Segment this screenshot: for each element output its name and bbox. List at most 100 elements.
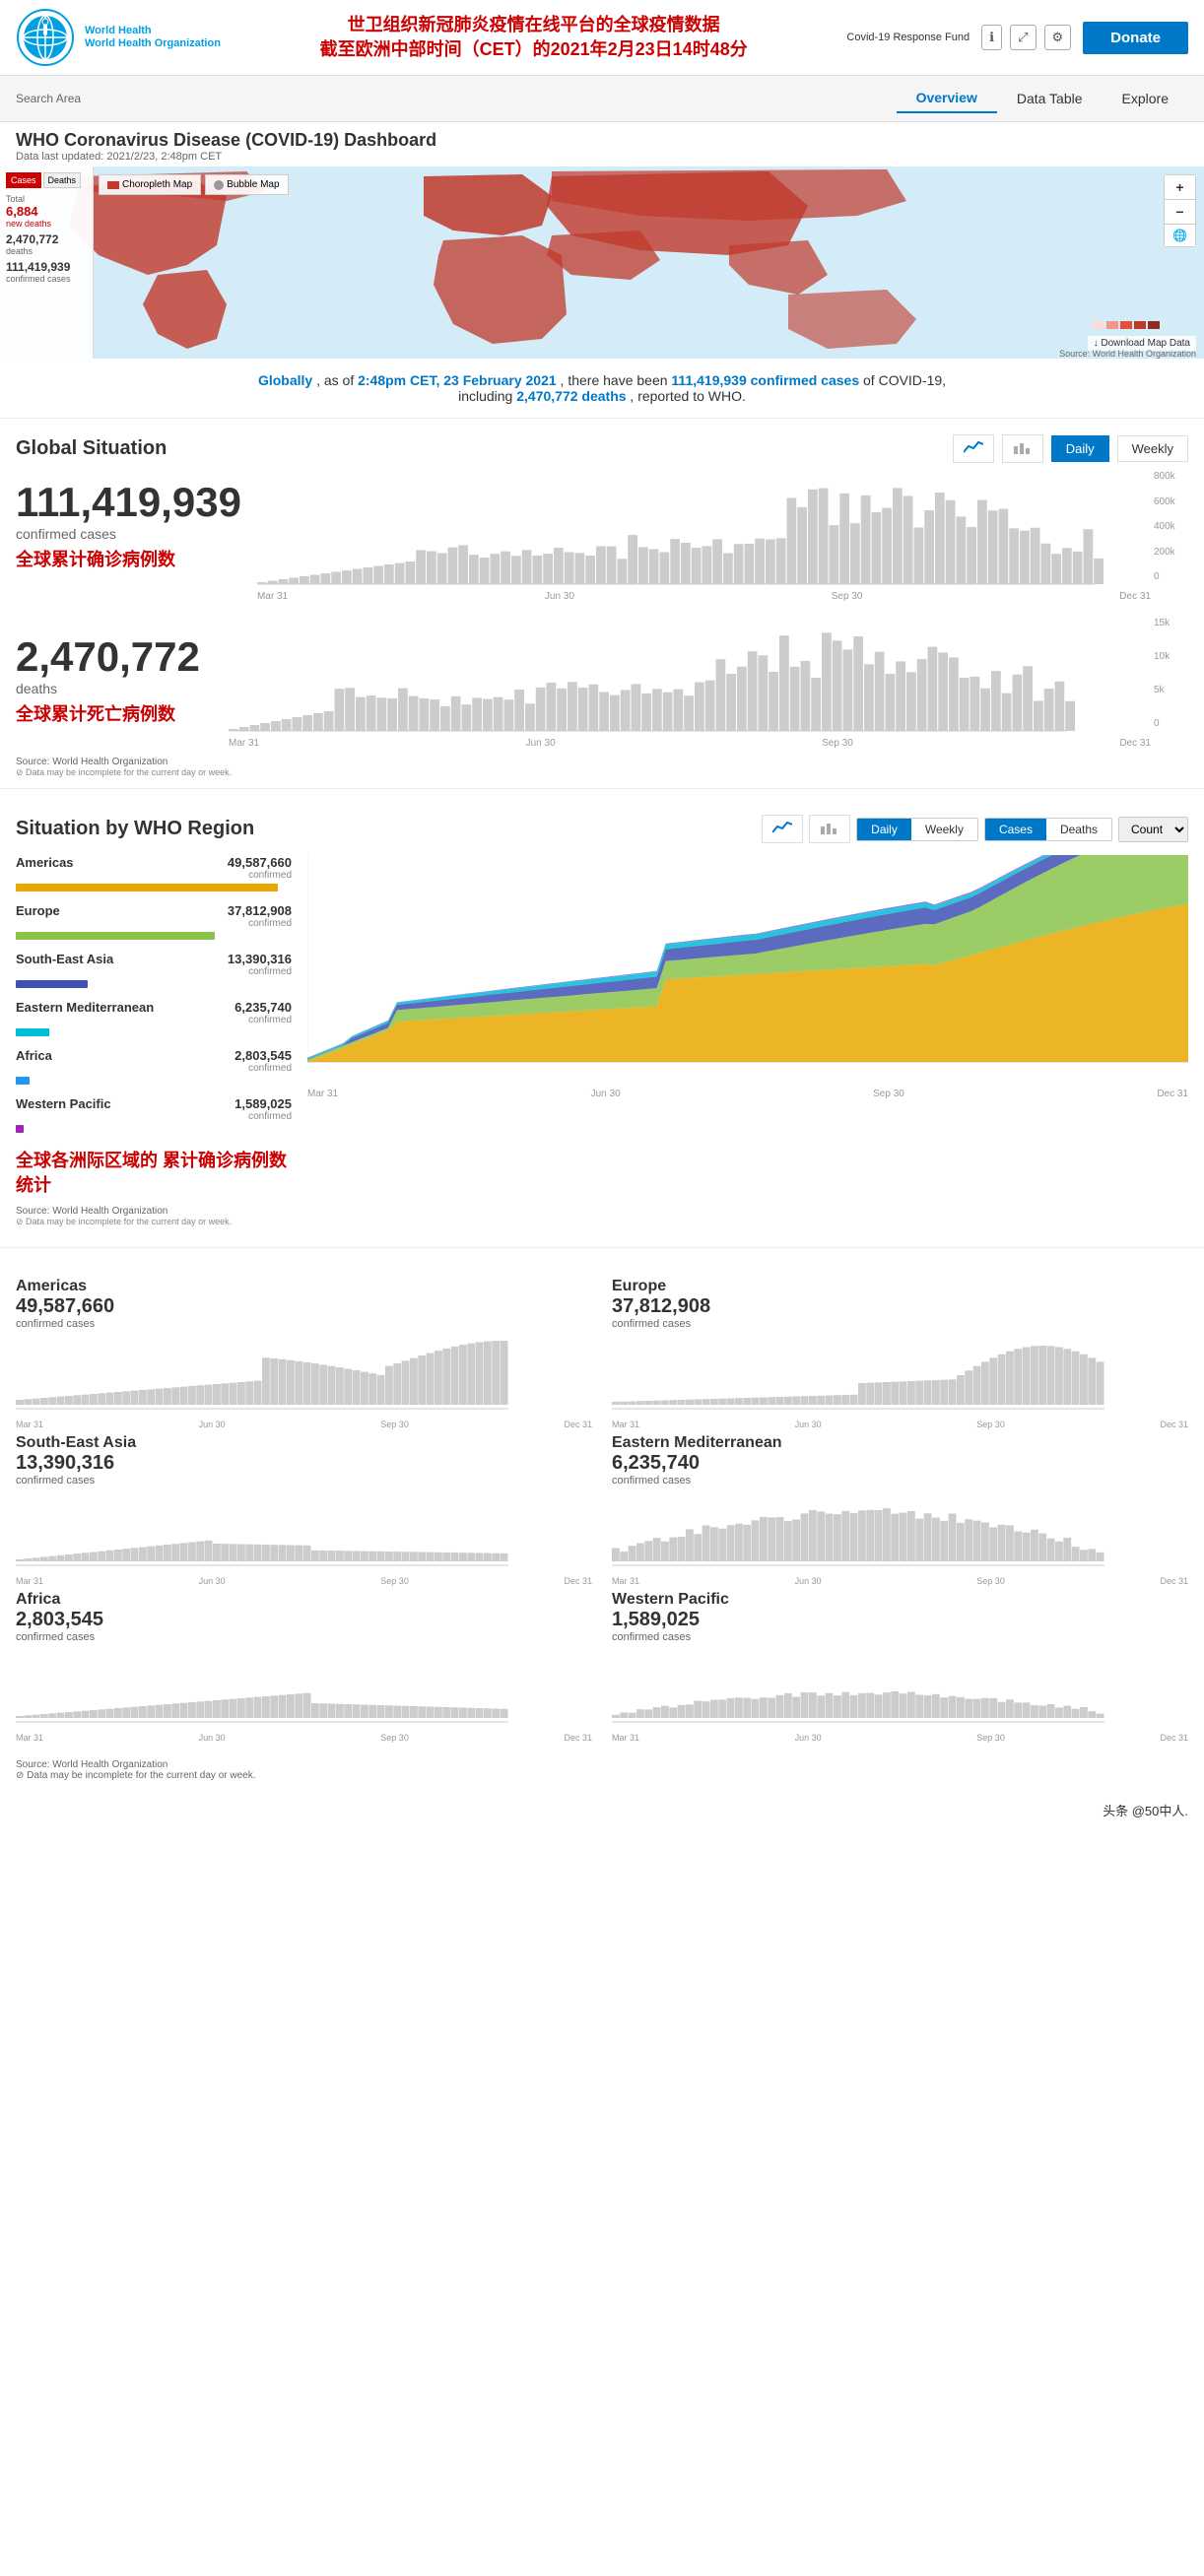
- region-measure-select[interactable]: Count: [1118, 817, 1188, 842]
- choropleth-map-btn[interactable]: Choropleth Map: [99, 174, 201, 195]
- map-zoom-controls: + − 🌐: [1164, 174, 1196, 247]
- map-tab-deaths[interactable]: Deaths: [43, 172, 82, 188]
- global-source-note: Source: World Health Organization ⊘ Data…: [16, 757, 1188, 778]
- region-americas-label: confirmed: [228, 870, 292, 881]
- map-total-label: Total: [6, 194, 87, 204]
- region-sea-name: South-East Asia: [16, 952, 113, 977]
- region-line-chart-btn[interactable]: [762, 815, 803, 843]
- region-line-icon: [772, 821, 792, 834]
- region-type-toggle: Cases Deaths: [984, 818, 1112, 841]
- map-deaths-label: deaths: [6, 246, 87, 256]
- mini-europe-label: confirmed cases: [612, 1318, 1188, 1330]
- weekly-btn[interactable]: Weekly: [1117, 435, 1188, 462]
- region-deaths-btn[interactable]: Deaths: [1046, 819, 1111, 840]
- region-americas-count: 49,587,660: [228, 855, 292, 870]
- region-sea-bar: [16, 980, 88, 988]
- bubble-map-btn[interactable]: Bubble Map: [205, 174, 288, 195]
- tab-explore[interactable]: Explore: [1103, 84, 1188, 113]
- mini-africa-title: Africa: [16, 1591, 592, 1609]
- share-button[interactable]: ⤢: [1010, 25, 1036, 50]
- map-color-scale: [1093, 321, 1160, 329]
- mini-americas-title: Americas: [16, 1278, 592, 1295]
- deaths-chart: 15k 10k 5k 0 (function(){ const svg = do…: [229, 618, 1188, 749]
- region-main: Americas 49,587,660 confirmed Europe 37,…: [16, 855, 1188, 1198]
- region-bar-chart-btn[interactable]: [809, 815, 850, 843]
- cn-deaths-annotation: 全球累计死亡病例数: [16, 700, 213, 726]
- who-logo-icon: [16, 8, 75, 67]
- org-name: World Health World Health Organization: [85, 25, 221, 50]
- region-wp-bar: [16, 1125, 24, 1133]
- global-situation-title: Global Situation: [16, 437, 167, 460]
- header-right-area: Covid-19 Response Fund ℹ ⤢ ⚙ Donate: [846, 22, 1188, 54]
- mini-wp-chart: Mar 31 Jun 30 Sep 30 Dec 31: [612, 1649, 1188, 1728]
- region-source-note: Source: World Health Organization ⊘ Data…: [16, 1206, 1188, 1227]
- region-row-africa: Africa 2,803,545 confirmed: [16, 1048, 292, 1085]
- header-cn-title: 世卫组织新冠肺炎疫情在线平台的全球疫情数据 截至欧洲中部时间（CET）的2021…: [320, 13, 748, 62]
- confirmed-cases-area: 111,419,939 confirmed cases 全球累计确诊病例数 80…: [16, 471, 1188, 602]
- mini-americas-svg: [16, 1336, 592, 1415]
- confirmed-stats: 111,419,939 confirmed cases 全球累计确诊病例数: [16, 471, 241, 602]
- line-chart-icon: [964, 440, 983, 454]
- tab-overview[interactable]: Overview: [897, 84, 997, 113]
- region-sea-label: confirmed: [228, 966, 292, 977]
- region-header: Situation by WHO Region Daily Weekly Cas…: [16, 815, 1188, 843]
- mini-chart-americas: Americas 49,587,660 confirmed cases Mar …: [16, 1278, 592, 1415]
- region-period-toggle: Daily Weekly: [856, 818, 978, 841]
- header: World Health World Health Organization 世…: [0, 0, 1204, 76]
- global-situation-section: Global Situation Daily Weekly 111,419,93…: [0, 419, 1204, 778]
- info-button[interactable]: ℹ: [981, 25, 1002, 50]
- line-chart-btn[interactable]: [953, 434, 994, 463]
- mini-africa-label: confirmed cases: [16, 1631, 592, 1643]
- tab-data-table[interactable]: Data Table: [997, 84, 1103, 113]
- header-icons: ℹ ⤢ ⚙: [981, 25, 1071, 50]
- mini-americas-count: 49,587,660: [16, 1295, 592, 1318]
- map-tab-cases[interactable]: Cases: [6, 172, 41, 188]
- deaths-area: 2,470,772 deaths 全球累计死亡病例数 15k 10k 5k 0 …: [16, 618, 1188, 749]
- map-globe-button[interactable]: 🌐: [1165, 225, 1195, 246]
- map-cases-label: confirmed cases: [6, 274, 87, 284]
- dashboard-title: WHO Coronavirus Disease (COVID-19) Dashb…: [16, 130, 1188, 151]
- mini-europe-count: 37,812,908: [612, 1295, 1188, 1318]
- donate-button[interactable]: Donate: [1083, 22, 1188, 54]
- mini-sea-x: Mar 31 Jun 30 Sep 30 Dec 31: [16, 1576, 592, 1586]
- region-em-count: 6,235,740: [234, 1000, 292, 1015]
- bar-chart-icon: [1013, 440, 1033, 454]
- summary-text2: , there have been: [561, 372, 672, 388]
- region-cases-btn[interactable]: Cases: [985, 819, 1046, 840]
- stacked-area-svg: [307, 855, 1188, 1082]
- mini-em-x: Mar 31 Jun 30 Sep 30 Dec 31: [612, 1576, 1188, 1586]
- region-americas-name: Americas: [16, 855, 74, 881]
- mini-sea-label: confirmed cases: [16, 1475, 592, 1486]
- mini-chart-em: Eastern Mediterranean 6,235,740 confirme…: [612, 1434, 1188, 1571]
- daily-btn[interactable]: Daily: [1051, 435, 1109, 462]
- mini-europe-x: Mar 31 Jun 30 Sep 30 Dec 31: [612, 1420, 1188, 1429]
- cn-region-annotation: 全球各洲际区域的 累计确诊病例数统计: [16, 1149, 292, 1198]
- region-daily-btn[interactable]: Daily: [857, 819, 911, 840]
- zoom-in-button[interactable]: +: [1165, 175, 1195, 199]
- chart-controls: Daily Weekly: [953, 434, 1188, 463]
- deaths-stats: 2,470,772 deaths 全球累计死亡病例数: [16, 618, 213, 749]
- zoom-out-button[interactable]: −: [1165, 200, 1195, 224]
- header-title-area: 世卫组织新冠肺炎疫情在线平台的全球疫情数据 截至欧洲中部时间（CET）的2021…: [320, 13, 748, 62]
- region-europe-name: Europe: [16, 903, 60, 929]
- region-americas-bar: [16, 884, 278, 892]
- mini-wp-title: Western Pacific: [612, 1591, 1188, 1609]
- mini-americas-label: confirmed cases: [16, 1318, 592, 1330]
- dashboard-title-area: WHO Coronavirus Disease (COVID-19) Dashb…: [0, 122, 1204, 166]
- region-weekly-btn[interactable]: Weekly: [911, 819, 977, 840]
- map-deaths-count: 2,470,772: [6, 232, 87, 246]
- cases-bar-chart-svg: [257, 471, 1188, 589]
- map-new-deaths: 6,884: [6, 204, 87, 219]
- region-africa-label: confirmed: [234, 1063, 292, 1074]
- region-wp-count: 1,589,025: [234, 1096, 292, 1111]
- region-chart-x-axis: Mar 31 Jun 30 Sep 30 Dec 31: [307, 1089, 1188, 1099]
- map-type-controls: Choropleth Map Bubble Map: [99, 174, 289, 195]
- region-controls: Daily Weekly Cases Deaths Count: [762, 815, 1188, 843]
- nav-tabs: Overview Data Table Explore: [897, 84, 1188, 113]
- region-sea-count: 13,390,316: [228, 952, 292, 966]
- region-africa-name: Africa: [16, 1048, 52, 1074]
- mini-africa-chart: Mar 31 Jun 30 Sep 30 Dec 31: [16, 1649, 592, 1728]
- bar-chart-btn[interactable]: [1002, 434, 1043, 463]
- region-em-label: confirmed: [234, 1015, 292, 1025]
- settings-button[interactable]: ⚙: [1044, 25, 1072, 50]
